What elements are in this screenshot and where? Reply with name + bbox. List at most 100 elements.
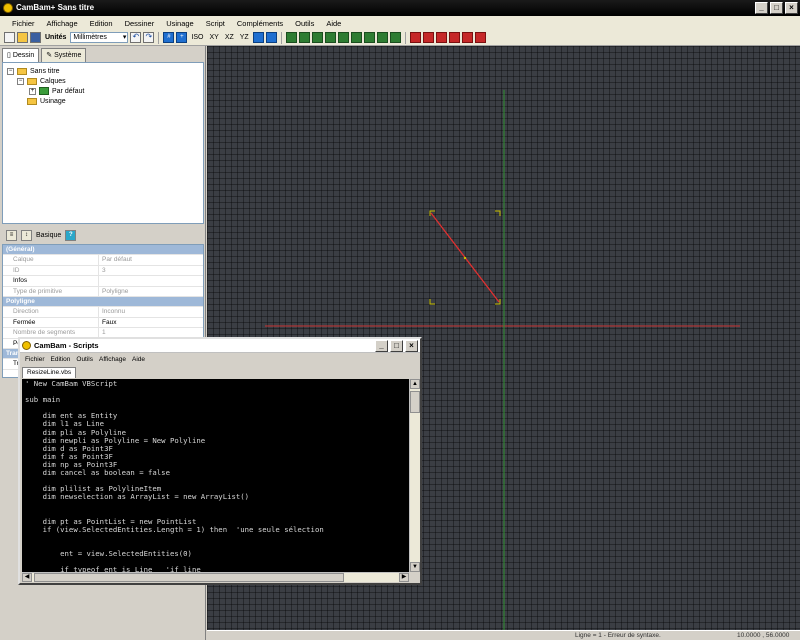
draw-line-icon[interactable] (298, 32, 310, 43)
property-row[interactable]: Infos (3, 276, 203, 287)
code-horizontal-scrollbar[interactable]: ◀ ▶ (22, 572, 409, 582)
script-window-title-bar[interactable]: CamBam - Scripts _ □ × (20, 339, 420, 353)
script-close-button[interactable]: × (405, 340, 418, 352)
property-name: Infos (3, 276, 99, 286)
property-row[interactable]: Direction Inconnu (3, 307, 203, 318)
view-yz-button[interactable]: YZ (238, 34, 251, 41)
new-file-icon[interactable] (4, 32, 15, 43)
horizontal-scroll-thumb[interactable] (34, 573, 344, 582)
toolbar-separator (404, 31, 406, 44)
draw-rectangle-icon[interactable] (311, 32, 323, 43)
property-value[interactable] (99, 276, 203, 285)
folder-icon (17, 67, 27, 75)
menu-outils[interactable]: Outils (289, 19, 320, 28)
profile-op-icon[interactable] (409, 32, 421, 43)
selection-handle-bottom-left[interactable] (429, 299, 435, 305)
script-window-title: CamBam - Scripts (34, 341, 99, 350)
menu-fichier[interactable]: Fichier (6, 19, 41, 28)
window-controls: _ □ × (755, 2, 798, 14)
tab-dessin[interactable]: ▯ Dessin (2, 48, 40, 62)
view-xy-button[interactable]: XY (207, 34, 220, 41)
minimize-button[interactable]: _ (755, 2, 768, 14)
view-xz-button[interactable]: XZ (223, 34, 236, 41)
draw-polyline-icon[interactable] (285, 32, 297, 43)
property-name: ID (3, 265, 99, 276)
draw-point-icon[interactable] (363, 32, 375, 43)
code-vertical-scrollbar[interactable]: ▲ ▼ (409, 379, 420, 572)
code-editor[interactable]: ' New CamBam VBScript sub main dim ent as… (22, 379, 409, 572)
menu-script[interactable]: Script (200, 19, 231, 28)
property-category[interactable]: (Général) (3, 245, 203, 256)
property-value[interactable]: Polyligne (99, 287, 203, 296)
property-mode-label[interactable]: Basique (36, 232, 61, 239)
tree-node-default-layer[interactable]: + Par défaut (29, 86, 84, 96)
units-select[interactable]: Millimètres (70, 32, 129, 43)
scroll-right-arrow-icon[interactable]: ▶ (399, 573, 409, 582)
engrave-op-icon[interactable] (448, 32, 460, 43)
property-row[interactable]: ID 3 (3, 265, 203, 277)
menu-complements[interactable]: Compléments (231, 19, 289, 28)
draw-arc-icon[interactable] (337, 32, 349, 43)
tree-node-machining[interactable]: Usinage (27, 96, 66, 106)
categorized-icon[interactable]: ≡ (6, 229, 17, 241)
script-file-tab[interactable]: ResizeLine.vbs (22, 367, 77, 378)
save-icon[interactable] (30, 32, 41, 43)
tree-node-root[interactable]: − Sans titre (7, 66, 60, 76)
tree-node-layers[interactable]: − Calques (17, 76, 66, 86)
code-line: dim newselection as ArrayList = new Arra… (25, 492, 250, 502)
property-value[interactable]: Faux (99, 318, 203, 327)
tab-systeme[interactable]: ✎ Système (41, 48, 87, 62)
script-menu-affichage[interactable]: Affichage (96, 356, 129, 363)
maximize-button[interactable]: □ (770, 2, 783, 14)
scroll-left-arrow-icon[interactable]: ◀ (22, 573, 32, 582)
scroll-up-arrow-icon[interactable]: ▲ (410, 379, 420, 389)
menu-aide[interactable]: Aide (320, 19, 347, 28)
draw-text-icon[interactable] (350, 32, 362, 43)
gcode-icon[interactable] (474, 32, 486, 43)
help-icon[interactable]: ? (65, 229, 77, 241)
view-iso-button[interactable]: ISO (189, 34, 205, 41)
menu-edition[interactable]: Edition (84, 19, 119, 28)
sort-az-icon[interactable]: ↕ (21, 229, 32, 241)
vertical-scroll-thumb[interactable] (410, 391, 420, 413)
menu-dessiner[interactable]: Dessiner (119, 19, 161, 28)
zoom-icon[interactable] (265, 32, 277, 43)
draw-circle-icon[interactable] (324, 32, 336, 43)
drill-op-icon[interactable] (435, 32, 447, 43)
collapse-icon[interactable]: − (7, 67, 14, 75)
script-menu-fichier[interactable]: Fichier (22, 356, 48, 363)
scroll-down-arrow-icon[interactable]: ▼ (410, 562, 420, 572)
script-maximize-button[interactable]: □ (390, 340, 403, 352)
collapse-icon[interactable]: − (17, 77, 24, 85)
menu-affichage[interactable]: Affichage (41, 19, 84, 28)
redo-icon[interactable]: ↷ (143, 32, 155, 43)
expand-icon[interactable]: + (29, 87, 36, 95)
close-button[interactable]: × (785, 2, 798, 14)
draw-region-icon[interactable] (389, 32, 401, 43)
generate-toolpath-icon[interactable] (461, 32, 473, 43)
undo-icon[interactable]: ↶ (130, 32, 142, 43)
zoom-fit-icon[interactable] (252, 32, 264, 43)
property-value[interactable]: Inconnu (99, 307, 203, 316)
script-minimize-button[interactable]: _ (375, 340, 388, 352)
property-row[interactable]: Type de primitive Polyligne (3, 286, 203, 297)
menu-usinage[interactable]: Usinage (160, 19, 200, 28)
script-menu-edition[interactable]: Edition (48, 356, 74, 363)
units-label: Unités (45, 34, 67, 41)
layer-icon (39, 87, 49, 95)
grid-icon[interactable]: # (163, 32, 175, 43)
property-row[interactable]: Calque Par défaut (3, 255, 203, 266)
open-folder-icon[interactable] (17, 32, 28, 43)
property-value[interactable]: Par défaut (99, 255, 203, 264)
selection-handle-top-right[interactable] (495, 210, 501, 216)
snap-icon[interactable]: + (176, 32, 188, 43)
script-menu-aide[interactable]: Aide (129, 356, 148, 363)
property-value[interactable]: 3 (99, 266, 203, 275)
property-category[interactable]: Polyligne (3, 296, 203, 308)
property-row[interactable]: Fermée Faux (3, 317, 203, 329)
draw-surface-icon[interactable] (376, 32, 388, 43)
script-menu-outils[interactable]: Outils (73, 356, 96, 363)
pocket-op-icon[interactable] (422, 32, 434, 43)
